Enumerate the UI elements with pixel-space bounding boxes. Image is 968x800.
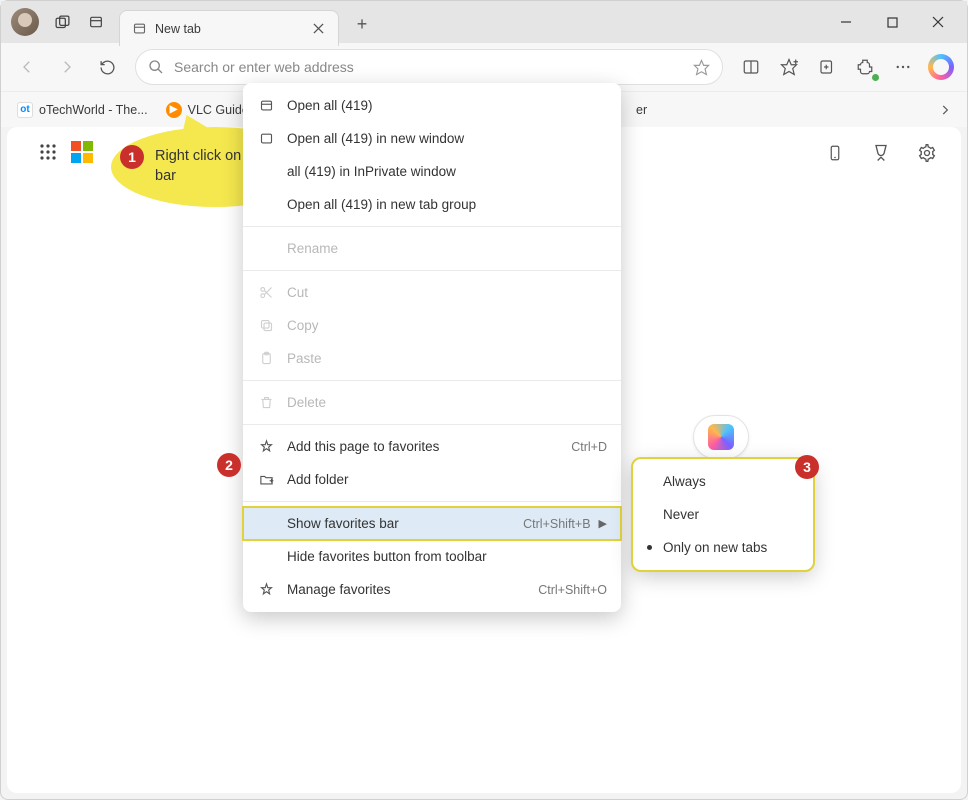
mobile-icon[interactable] [821,139,849,167]
rewards-icon[interactable] [867,139,895,167]
scissors-icon [257,285,275,300]
annotation-badge-3: 3 [795,455,819,479]
show-favorites-bar-submenu: Always Never Only on new tabs [633,459,813,570]
address-placeholder: Search or enter web address [174,59,693,75]
favorites-overflow-button[interactable] [933,98,957,122]
annotation-badge-1: 1 [120,145,144,169]
ctx-rename: Rename [243,232,621,265]
separator [243,501,621,502]
address-bar[interactable]: Search or enter web address [135,49,723,85]
toolbar-right [733,49,959,85]
separator [243,226,621,227]
search-icon [148,59,164,75]
window-controls [823,1,961,43]
trash-icon [257,395,275,410]
favorite-star-icon[interactable] [693,59,710,76]
workspaces-icon[interactable] [45,5,79,39]
forward-button[interactable] [49,49,85,85]
copilot-chip[interactable] [693,415,749,459]
folder-plus-icon [257,472,275,487]
window-icon [257,131,275,146]
new-tab-button[interactable]: + [347,9,377,39]
ctx-add-page[interactable]: Add this page to favorites Ctrl+D [243,430,621,463]
site-icon: ot [17,102,33,118]
maximize-button[interactable] [869,6,915,38]
submenu-only-new-tabs[interactable]: Only on new tabs [633,531,813,564]
minimize-button[interactable] [823,6,869,38]
submenu-never[interactable]: Never [633,498,813,531]
site-icon: ▶ [166,102,182,118]
tab-close-button[interactable] [308,19,328,39]
refresh-button[interactable] [89,49,125,85]
copy-icon [257,318,275,333]
favorite-label-partial: er [636,103,647,117]
ctx-paste: Paste [243,342,621,375]
copilot-button[interactable] [923,49,959,85]
annotation-badge-2: 2 [217,453,241,477]
ctx-delete: Delete [243,386,621,419]
close-window-button[interactable] [915,6,961,38]
ctx-open-all-new-window[interactable]: Open all (419) in new window [243,122,621,155]
tab-icon [257,98,275,113]
ctx-cut: Cut [243,276,621,309]
selected-indicator [647,545,652,550]
ctx-hide-favorites-button[interactable]: Hide favorites button from toolbar [243,540,621,573]
separator [243,380,621,381]
split-screen-icon[interactable] [733,49,769,85]
microsoft-logo [71,141,93,163]
ctx-open-all-inprivate[interactable]: all (419) in InPrivate window [243,155,621,188]
favorite-label: oTechWorld - The... [39,103,148,117]
chevron-right-icon: ▶ [599,517,607,530]
settings-icon[interactable] [913,139,941,167]
separator [243,424,621,425]
ctx-add-folder[interactable]: Add folder [243,463,621,496]
menu-button[interactable] [885,49,921,85]
profile-avatar[interactable] [11,8,39,36]
ctx-show-favorites-bar[interactable]: Show favorites bar Ctrl+Shift+B ▶ [243,507,621,540]
titlebar: New tab + [1,1,967,43]
star-icon [257,582,275,597]
favorite-link[interactable]: ot oTechWorld - The... [11,98,154,122]
tab-title: New tab [155,22,308,36]
star-plus-icon [257,439,275,454]
separator [243,270,621,271]
favorites-button[interactable] [771,49,807,85]
extensions-icon[interactable] [847,49,883,85]
app-launcher-icon[interactable] [39,143,57,161]
ctx-open-all-tab-group[interactable]: Open all (419) in new tab group [243,188,621,221]
tab-actions-icon[interactable] [79,5,113,39]
submenu-always[interactable]: Always [633,465,813,498]
back-button[interactable] [9,49,45,85]
ctx-copy: Copy [243,309,621,342]
collections-icon[interactable] [809,49,845,85]
clipboard-icon [257,351,275,366]
ctx-manage-favorites[interactable]: Manage favorites Ctrl+Shift+O [243,573,621,606]
context-menu: Open all (419) Open all (419) in new win… [243,83,621,612]
browser-tab[interactable]: New tab [119,10,339,46]
ctx-open-all[interactable]: Open all (419) [243,89,621,122]
